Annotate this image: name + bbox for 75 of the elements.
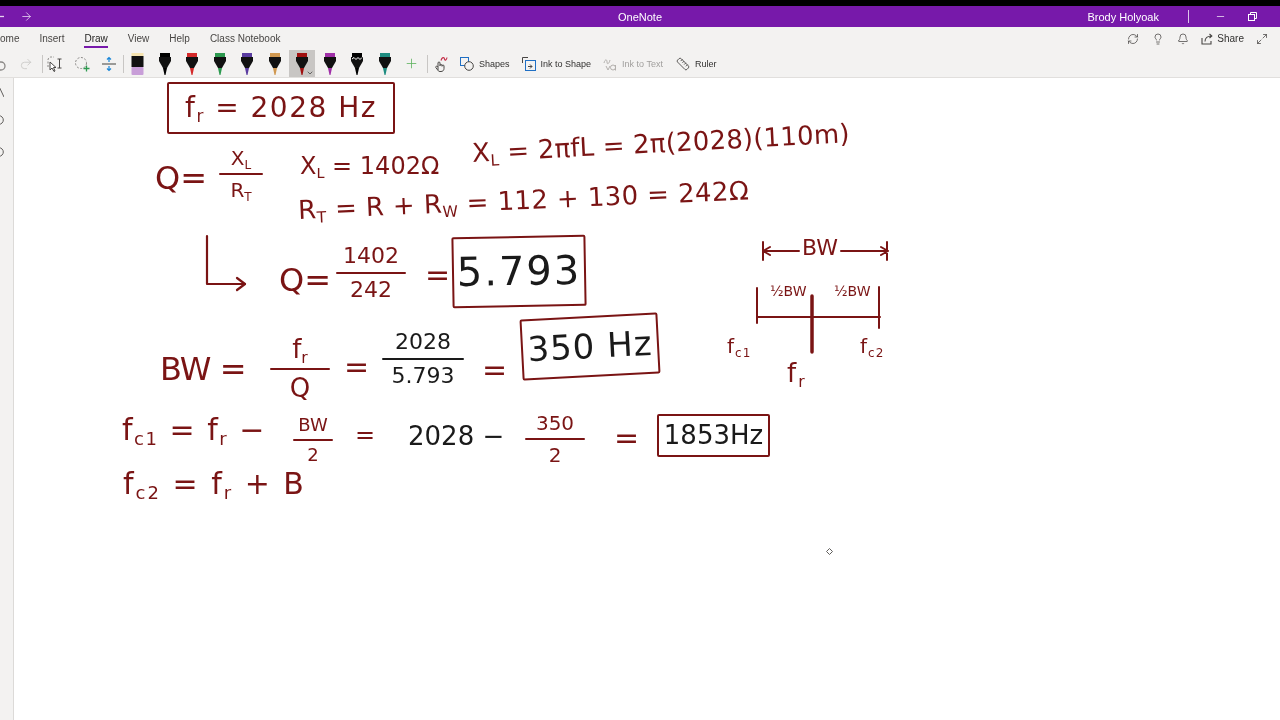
ruler-icon: [675, 56, 690, 71]
plus-icon: [403, 56, 419, 71]
boxed-answer: 350 Hz: [519, 312, 661, 381]
ribbon-tool-button[interactable]: Shapes: [457, 51, 513, 76]
fraction-denominator: 242: [350, 278, 392, 303]
bell-icon: [1177, 32, 1190, 45]
ribbon-tab[interactable]: Insert: [39, 27, 65, 50]
boxed-answer: 1853Hz: [657, 414, 770, 457]
lightbulb-icon: [1152, 32, 1165, 45]
restore-icon: [1247, 12, 1257, 21]
handwritten-text: =: [355, 422, 376, 449]
handwritten-text: X$_{L}$ = 2πfL = 2π(2028)(110m): [471, 119, 851, 168]
handwritten-label: f$_{c1}$: [727, 335, 752, 357]
handwritten-label: f$_{c2}$: [860, 335, 885, 357]
dimension-arrow: [761, 240, 799, 262]
sync-icon: [1127, 32, 1140, 45]
handwritten-text: BW =: [160, 352, 246, 388]
ribbon-tab[interactable]: Draw: [84, 27, 108, 50]
handwritten-text: =: [344, 350, 370, 383]
fraction-numerator: 2028: [395, 330, 451, 355]
ribbon-tab[interactable]: ome: [0, 27, 20, 50]
boxed-answer: 5.793: [451, 234, 587, 309]
handwritten-text: f$_{c1}$ = f$_{r}$ −: [122, 413, 266, 446]
handwritten-text: Q =: [155, 161, 203, 197]
ribbon-tool-button[interactable]: Ink to Shape: [518, 51, 595, 76]
fraction-denominator: 2: [307, 444, 319, 465]
cursor-icon: [826, 548, 833, 555]
redo-icon: [19, 56, 33, 71]
dashed-circle-plus-icon: [74, 55, 90, 72]
handwritten-text: =: [482, 353, 508, 386]
forward-arrow-icon: [19, 10, 33, 23]
vertical-arrows-icon: [101, 55, 117, 72]
fraction-denominator: R$_{T}$: [230, 179, 252, 201]
chevron-icon: [306, 69, 314, 77]
share-icon: [1201, 32, 1214, 45]
fraction-numerator: X$_{L}$: [230, 147, 252, 169]
share-button[interactable]: Share: [1196, 27, 1249, 50]
handwritten-label: ½BW: [834, 284, 871, 300]
fraction-numerator: f$_{r}$: [292, 335, 308, 364]
lasso-select-icon: [47, 55, 63, 72]
handwritten-text: f$_{c2}$ = f$_{r}$ + B: [123, 467, 306, 500]
hand-squiggle-icon: [432, 55, 448, 72]
user-name: Brody Holyoak: [1087, 10, 1159, 23]
tick-mark: [755, 287, 759, 324]
ribbon-tab[interactable]: Class Notebook: [209, 27, 281, 50]
expand-icon: [1256, 32, 1268, 45]
center-line: [809, 294, 815, 354]
handwritten-text: =: [614, 421, 640, 454]
diagonal-line-icon: [0, 87, 4, 97]
handwritten-label: f$_{r}$: [787, 359, 807, 388]
fraction-numerator: BW: [298, 415, 328, 435]
arc-icon: [0, 147, 4, 157]
ribbon-tab[interactable]: Help: [169, 27, 190, 50]
fraction-numerator: 350: [535, 412, 575, 434]
shapes-icon: [460, 56, 474, 71]
handwritten-text: 2028 −: [408, 422, 505, 451]
boxed-answer: f$_{r}$ = 2028 Hz: [167, 82, 395, 134]
fraction-denominator: 5.793: [391, 364, 455, 389]
handwritten-label: BW: [802, 236, 839, 261]
handwritten-text: =: [425, 258, 451, 291]
arc-icon: [0, 115, 4, 125]
handwritten-label: ½BW: [770, 284, 807, 300]
handwritten-text: X$_{L}$ = 1402Ω: [300, 153, 440, 180]
app-title: OneNote: [618, 10, 662, 23]
ink-to-text-icon: [603, 56, 618, 71]
fraction-numerator: 1402: [343, 244, 399, 269]
tick-mark: [877, 286, 881, 329]
dimension-arrow: [841, 240, 891, 262]
handwritten-text: Q =: [279, 263, 327, 299]
fraction-denominator: Q: [289, 373, 311, 403]
ribbon-tab[interactable]: View: [127, 27, 150, 50]
ribbon-tool-button[interactable]: Ruler: [672, 51, 720, 76]
pen-button[interactable]: [289, 50, 315, 77]
ink-to-shape-icon: [521, 56, 536, 71]
fraction-denominator: 2: [548, 444, 562, 466]
